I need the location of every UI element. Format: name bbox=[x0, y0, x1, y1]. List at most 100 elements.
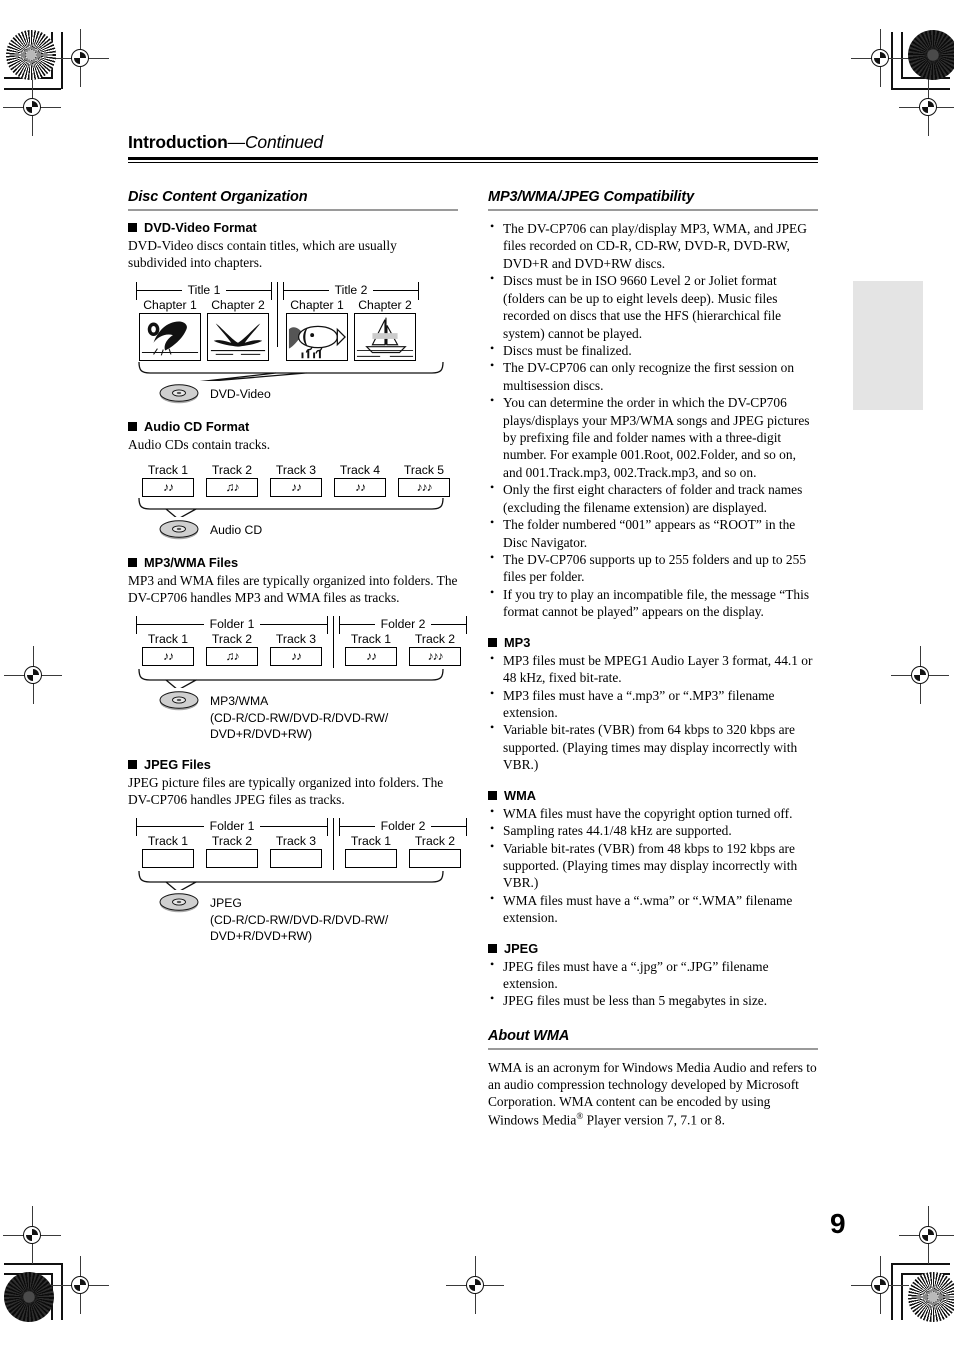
empty-thumbnail-box bbox=[345, 849, 397, 869]
crop-line-bl-h2 bbox=[4, 1263, 61, 1265]
music-note-icon: ♫♪ bbox=[206, 477, 258, 497]
jpeg-track-cell: Track 3 bbox=[264, 834, 328, 869]
mp3-brace bbox=[136, 668, 458, 692]
audio-cd-track-cell: Track 4 ♪♪ bbox=[328, 463, 392, 497]
list-item: Discs must be finalized. bbox=[488, 341, 818, 359]
registration-mark-mid-left bbox=[4, 646, 62, 704]
track-caption: Track 2 bbox=[211, 632, 253, 647]
music-note-icon: ♪♪♪ bbox=[398, 477, 450, 497]
audio-cd-track-cell: Track 5 ♪♪♪ bbox=[392, 463, 456, 497]
subsection-heading-jpeg: JPEG bbox=[488, 941, 818, 956]
running-head: Introduction—Continued bbox=[128, 132, 818, 153]
empty-thumbnail-box bbox=[142, 849, 194, 869]
mp3-disc-label: MP3/WMA (CD-R/CD-RW/DVD-R/DVD-RW/ DVD+R/… bbox=[210, 694, 389, 742]
registration-mark-top-left-outer bbox=[3, 78, 61, 136]
jpeg-track-cell: Track 2 bbox=[403, 834, 467, 869]
jpeg-disc-row: JPEG (CD-R/CD-RW/DVD-R/DVD-RW/ DVD+R/DVD… bbox=[158, 892, 458, 944]
mp3-group-folder-1: Folder 1 Track 1 ♪♪ Track 2 ♫♪ Track 3 ♪… bbox=[136, 616, 328, 668]
jpeg-folder-1-bracket: Folder 1 bbox=[136, 818, 328, 837]
wma-bullet-list: WMA files must have the copyright option… bbox=[488, 804, 818, 927]
track-caption: Track 1 bbox=[147, 462, 189, 477]
subsection-label: DVD-Video Format bbox=[144, 220, 257, 235]
bullet-square-icon bbox=[488, 943, 497, 953]
registration-mark-bottom-right-inner bbox=[851, 1256, 909, 1314]
music-note-icon: ♪♪ bbox=[270, 647, 322, 667]
subsection-heading-mp3: MP3 bbox=[488, 635, 818, 650]
track-caption: Track 3 bbox=[275, 834, 317, 849]
jpeg-track-cell: Track 2 bbox=[200, 834, 264, 869]
dvd-chapter-cell: Chapter 2 bbox=[351, 298, 419, 361]
starburst-mark-bottom-left bbox=[4, 1272, 54, 1322]
section-rule-about-wma bbox=[488, 1047, 818, 1050]
list-item: Variable bit-rates (VBR) from 48 kbps to… bbox=[488, 838, 818, 892]
mp3-track-cell: Track 1 ♪♪ bbox=[339, 632, 403, 667]
list-item: Sampling rates 44.1/48 kHz are supported… bbox=[488, 821, 818, 839]
starburst-mark-top-right bbox=[908, 30, 954, 80]
mp3-track-cell: Track 2 ♪♪♪ bbox=[403, 632, 467, 667]
dvd-title-2-items: Chapter 1 Chapter 2 bbox=[283, 298, 419, 361]
list-item: WMA files must have the copyright option… bbox=[488, 804, 818, 822]
mp3-folder-2-label: Folder 2 bbox=[374, 617, 432, 632]
jpeg-disc-label: JPEG (CD-R/CD-RW/DVD-R/DVD-RW/ DVD+R/DVD… bbox=[210, 896, 389, 944]
mp3-groups-row: Folder 1 Track 1 ♪♪ Track 2 ♫♪ Track 3 ♪… bbox=[136, 616, 467, 669]
subsection-body-dvd-video: DVD-Video discs contain titles, which ar… bbox=[128, 238, 397, 271]
subsection-heading-wma: WMA bbox=[488, 788, 818, 803]
dvd-group-title-2: Title 2 Chapter 1 Chapter 2 bbox=[283, 281, 419, 361]
track-caption: Track 1 bbox=[147, 632, 189, 647]
disc-icon bbox=[159, 520, 199, 540]
track-caption: Track 1 bbox=[147, 834, 189, 849]
jpeg-folder-2-bracket: Folder 2 bbox=[339, 818, 467, 837]
list-item: MP3 files must have a “.mp3” or “.MP3” f… bbox=[488, 686, 818, 722]
audio-cd-tracks-row: Track 1 ♪♪ Track 2 ♫♪ Track 3 ♪♪ Track 4… bbox=[136, 463, 458, 497]
dvd-brace bbox=[136, 361, 458, 384]
list-item: The folder numbered “001” appears as “RO… bbox=[488, 515, 818, 551]
jpeg-track-cell: Track 1 bbox=[136, 834, 200, 869]
bullet-square-icon bbox=[128, 421, 137, 431]
disc-icon bbox=[159, 383, 199, 403]
track-caption: Track 5 bbox=[403, 462, 445, 477]
empty-thumbnail-box bbox=[270, 849, 322, 869]
audio-cd-track-cell: Track 3 ♪♪ bbox=[264, 463, 328, 497]
section-title-about-wma: About WMA bbox=[488, 1027, 570, 1044]
mp3-track-cell: Track 1 ♪♪ bbox=[136, 632, 200, 667]
subsection-label: Audio CD Format bbox=[144, 418, 250, 434]
mp3-group-folder-2: Folder 2 Track 1 ♪♪ Track 2 ♪♪♪ bbox=[339, 616, 467, 668]
list-item: Only the first eight characters of folde… bbox=[488, 480, 818, 516]
list-item: WMA files must have a “.wma” or “.WMA” f… bbox=[488, 891, 818, 927]
starburst-mark-bottom-right bbox=[908, 1272, 954, 1322]
registration-mark-bottom-center bbox=[446, 1256, 504, 1314]
registration-mark-top-right-inner bbox=[851, 29, 909, 87]
subsection-heading-audio-cd-format: Audio CD Format bbox=[128, 419, 458, 434]
bullet-square-icon bbox=[128, 223, 137, 232]
jpeg-folder-1-label: Folder 1 bbox=[203, 819, 261, 834]
track-caption: Track 3 bbox=[275, 632, 317, 647]
music-note-icon: ♪♪ bbox=[334, 477, 386, 497]
mp3-folder-2-bracket: Folder 2 bbox=[339, 616, 467, 635]
music-note-icon: ♫♪ bbox=[206, 647, 258, 667]
section-rule-right bbox=[488, 209, 818, 211]
dvd-title-2-label: Title 2 bbox=[328, 282, 374, 297]
section-title-compatibility: MP3/WMA/JPEG Compatibility bbox=[488, 189, 695, 205]
dvd-disc-row: DVD-Video bbox=[158, 383, 458, 405]
list-item: The DV-CP706 supports up to 255 folders … bbox=[488, 550, 818, 586]
jpeg-bullet-list: JPEG files must have a “.jpg” or “.JPG” … bbox=[488, 957, 818, 1010]
mp3-folder-1-label: Folder 1 bbox=[203, 617, 261, 632]
track-caption: Track 4 bbox=[339, 462, 381, 477]
music-note-icon: ♪♪ bbox=[270, 477, 322, 497]
audio-cd-track-cell: Track 2 ♫♪ bbox=[200, 463, 264, 497]
registration-mark-bottom-left-outer bbox=[3, 1206, 61, 1264]
bullet-square-icon bbox=[128, 557, 137, 567]
audio-cd-track-cell: Track 1 ♪♪ bbox=[136, 463, 200, 497]
jpeg-folder-2-items: Track 1 Track 2 bbox=[339, 834, 467, 869]
page-content: Introduction—Continued Disc Content Orga… bbox=[128, 132, 818, 1128]
dvd-chapter-cell: Chapter 2 bbox=[204, 298, 272, 361]
subsection-body-audio-cd: Audio CDs contain tracks. bbox=[128, 436, 271, 452]
list-item: MP3 files must be MPEG1 Audio Layer 3 fo… bbox=[488, 651, 818, 687]
disc-icon bbox=[159, 691, 199, 711]
list-item: You can determine the order in which the… bbox=[488, 393, 818, 481]
dvd-chapter-caption: Chapter 2 bbox=[211, 297, 265, 312]
running-head-title: Introduction bbox=[128, 132, 228, 152]
empty-thumbnail-box bbox=[409, 849, 461, 869]
subsection-label: JPEG bbox=[504, 940, 539, 956]
jpeg-group-folder-1: Folder 1 Track 1 Track 2 Track 3 bbox=[136, 818, 328, 870]
